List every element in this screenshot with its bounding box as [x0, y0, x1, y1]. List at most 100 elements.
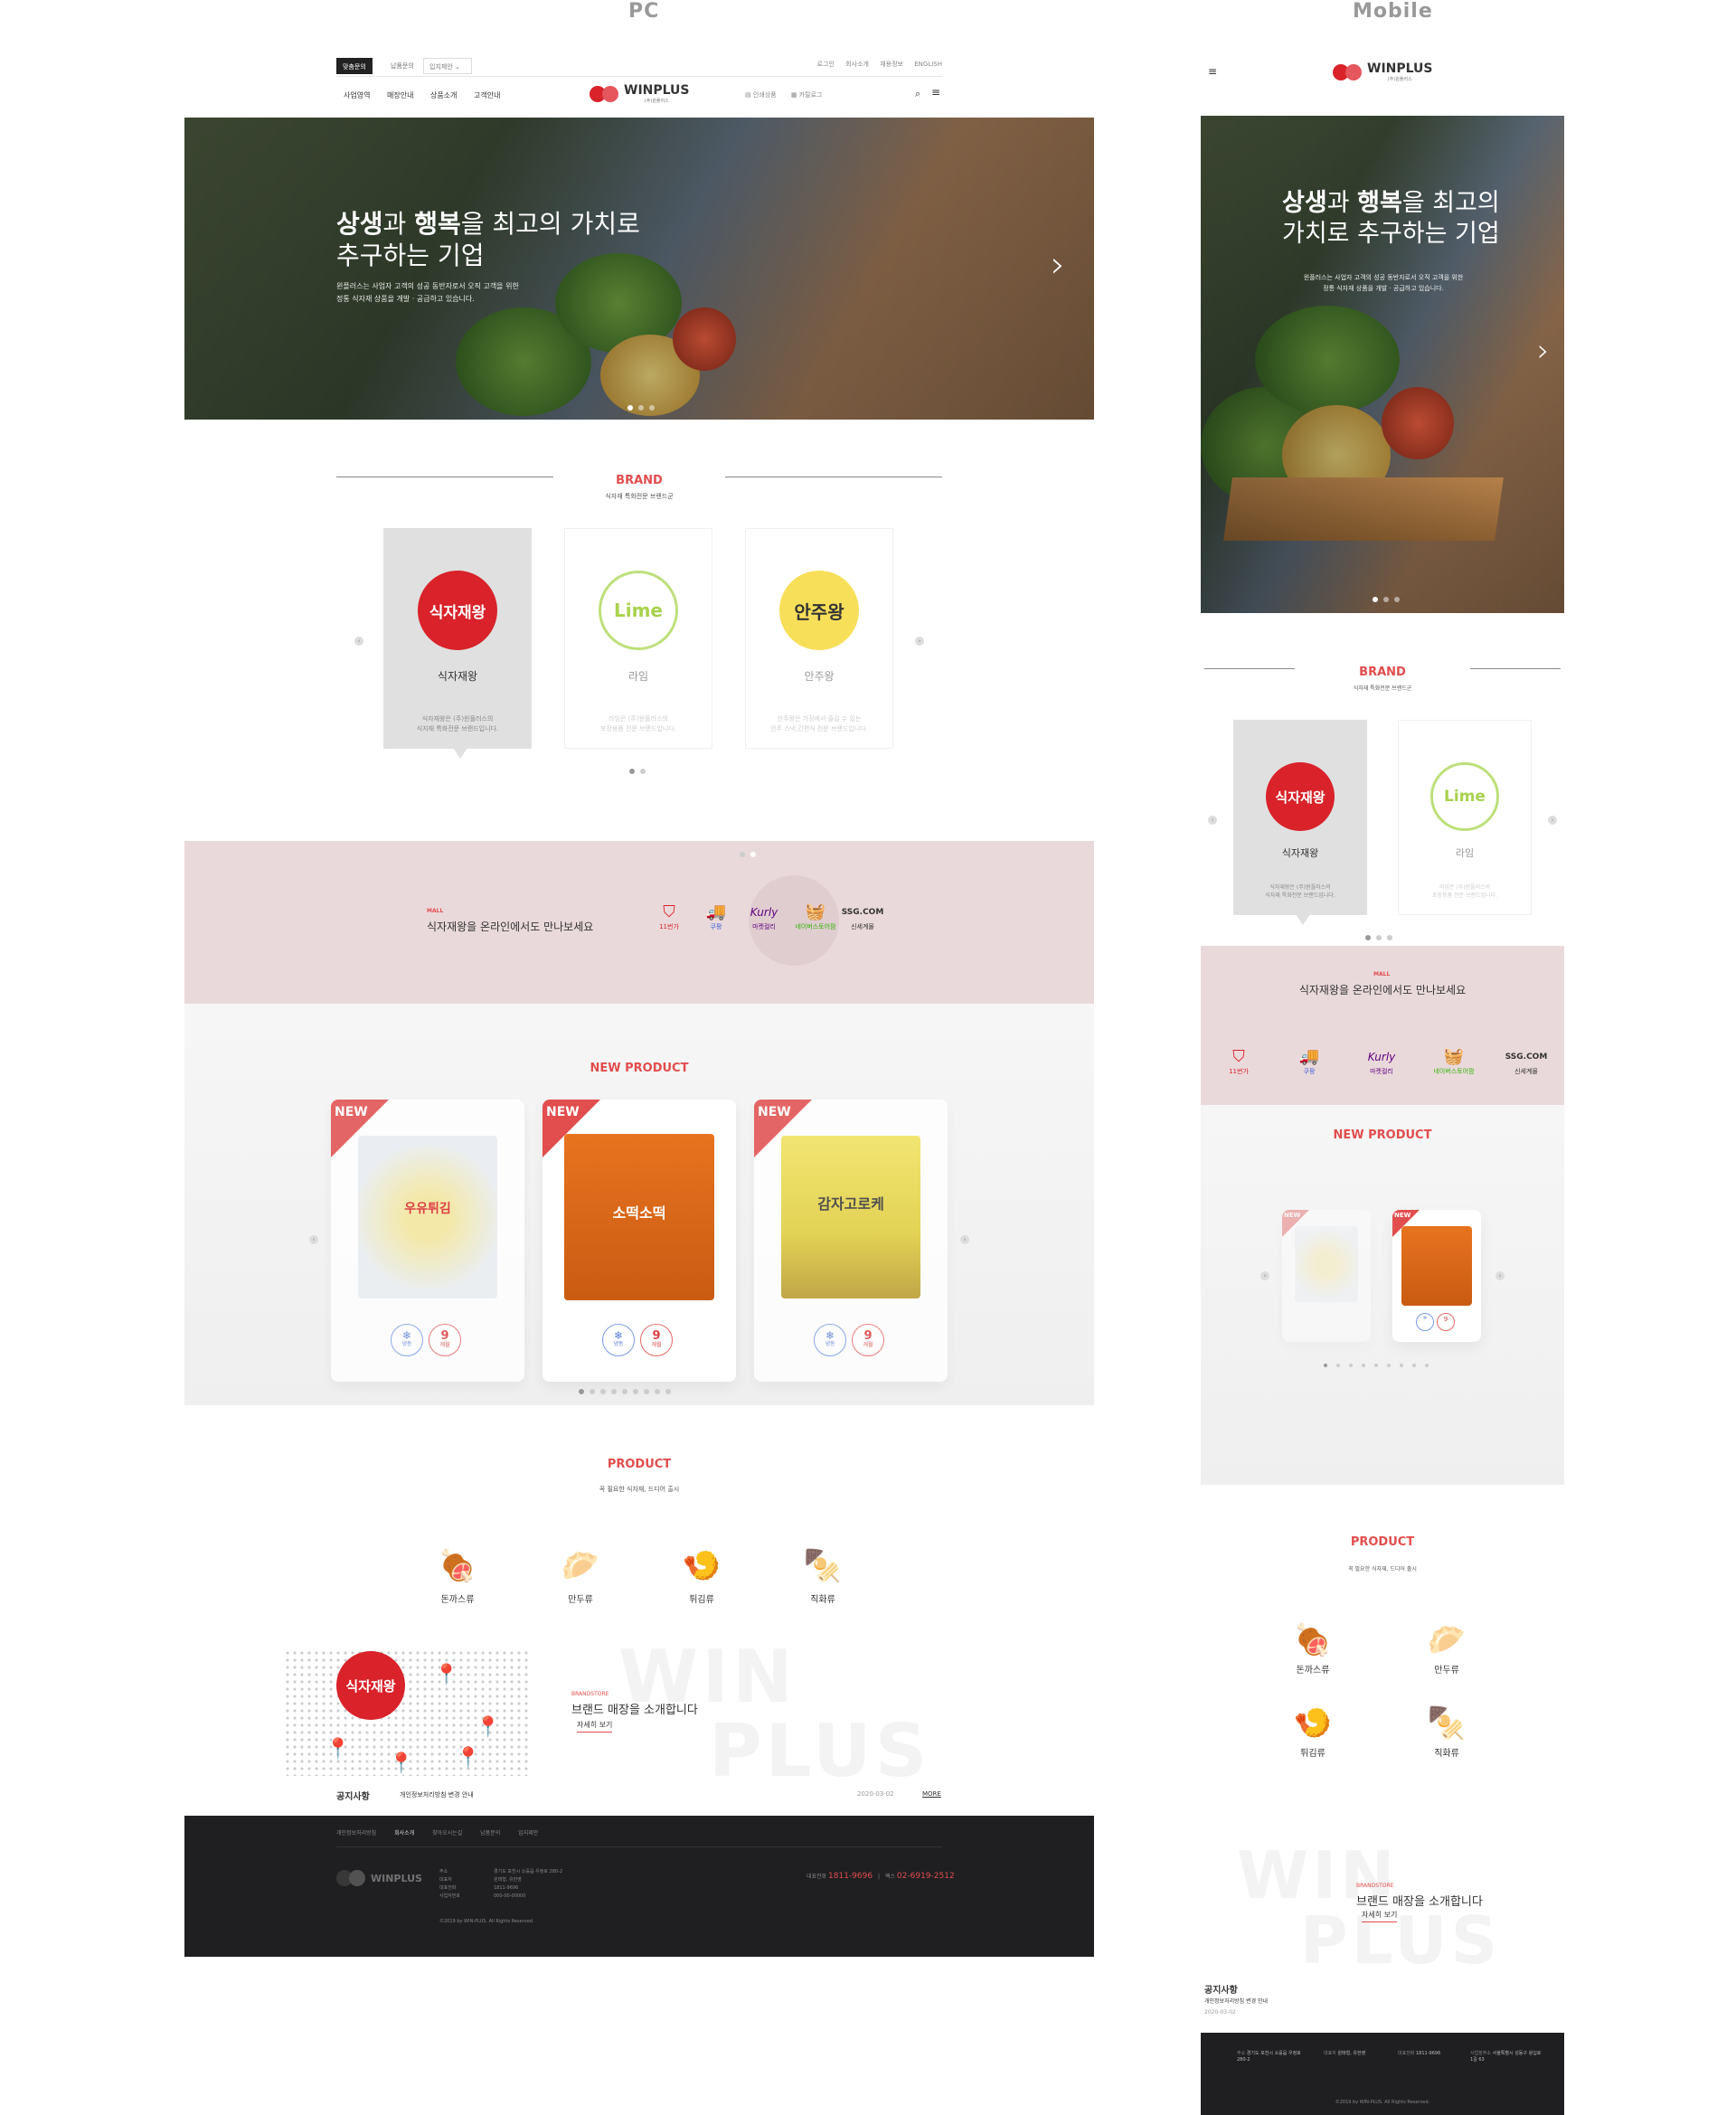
m-mall-naver[interactable]: 🧺 네이버스토어팜	[1425, 1047, 1483, 1076]
notice-item[interactable]: 개인정보처리방침 변경 안내	[400, 1790, 474, 1799]
np-dot[interactable]	[655, 1389, 660, 1394]
english-link[interactable]: ENGLISH	[914, 61, 942, 68]
footer-link[interactable]: 회사소개	[394, 1830, 414, 1836]
np-dot[interactable]	[622, 1389, 627, 1394]
category-donkatsu[interactable]: 🍖 돈까스류	[421, 1546, 494, 1605]
brand-dot-1[interactable]	[629, 769, 635, 774]
product-card-1[interactable]: 우유튀김 NEW ❄ 냉동 9 개월	[331, 1100, 524, 1382]
hero-dot-1[interactable]	[1373, 597, 1378, 602]
m-mall-coupang[interactable]: 🚚 쿠팡	[1291, 1047, 1327, 1076]
hero-dot-1[interactable]	[627, 405, 633, 411]
mall-label: 마켓컬리	[1370, 1068, 1393, 1075]
m-site-logo[interactable]: WINPLUS (주)윈플러스	[1333, 61, 1433, 82]
m-brand-card-sikjajae[interactable]: 식자재왕 식자재왕 식자재왕은 (주)윈플러스의 식자재 특화전문 브랜드입니다…	[1233, 720, 1367, 925]
m-mall-11st[interactable]: ⛉ 11번가	[1221, 1047, 1257, 1076]
catalog-link[interactable]: ▦ 카탈로그	[791, 91, 823, 99]
recruit-link[interactable]: 채용정보	[880, 61, 903, 68]
category-grill[interactable]: 🍢 직화류	[787, 1546, 859, 1605]
mall-dot-1[interactable]	[740, 852, 745, 857]
m-mall-kurly[interactable]: Kurly 마켓컬리	[1354, 1047, 1409, 1076]
chevron-right-icon[interactable]: ›	[1051, 244, 1065, 286]
mall-coupang[interactable]: 🚚 쿠팡	[698, 902, 734, 931]
m-store-more-link[interactable]: 자세히 보기	[1362, 1910, 1398, 1922]
np-dot[interactable]	[1324, 1364, 1327, 1367]
np-dot[interactable]	[633, 1389, 638, 1394]
login-link[interactable]: 로그인	[817, 61, 835, 68]
np-dot[interactable]	[1349, 1364, 1353, 1367]
hero-dot-2[interactable]	[1383, 597, 1389, 602]
mall-ssg[interactable]: SSG.COM 신세계몰	[835, 902, 890, 931]
brand-dot[interactable]	[1365, 935, 1371, 940]
product-card-3[interactable]: 감자고로케 NEW ❄ 냉동 9 개월	[754, 1100, 948, 1382]
np-dot[interactable]	[665, 1389, 671, 1394]
brand-card-lime[interactable]: Lime 라임 라임은 (주)윈플러스의 포장용품 전문 브랜드입니다.	[564, 528, 712, 749]
dumpling-icon: 🥟	[1427, 1622, 1467, 1658]
brand-card-sikjajae[interactable]: 식자재왕 식자재왕 식자재왕은 (주)윈플러스의 식자재 특화전문 브랜드입니다…	[383, 528, 532, 759]
m-category-fried[interactable]: 🍤 튀김류	[1277, 1704, 1349, 1759]
footer-link[interactable]: 찾아오시는길	[432, 1830, 462, 1836]
nav-item-business[interactable]: 사업영역	[344, 91, 370, 99]
np-dot[interactable]	[1425, 1364, 1429, 1367]
m-brand-prev-icon[interactable]: ‹	[1208, 816, 1217, 825]
np-next-icon[interactable]: ›	[960, 1235, 969, 1244]
category-fried[interactable]: 🍤 튀김류	[665, 1546, 738, 1605]
search-icon[interactable]: ⌕	[915, 88, 920, 100]
brand-next-icon[interactable]: ›	[915, 637, 924, 646]
np-prev-icon[interactable]: ‹	[309, 1235, 318, 1244]
nav-item-product[interactable]: 상품소개	[430, 91, 457, 99]
np-dot[interactable]	[1374, 1364, 1378, 1367]
np-dot[interactable]	[590, 1389, 595, 1394]
m-product-card-1[interactable]: NEW	[1282, 1210, 1371, 1342]
np-dot[interactable]	[611, 1389, 617, 1394]
np-dot[interactable]	[1387, 1364, 1391, 1367]
np-dot[interactable]	[600, 1389, 606, 1394]
hero-dot-3[interactable]	[649, 405, 655, 411]
m-brand-card-lime[interactable]: Lime 라임 라임은 (주)윈플러스의 포장용품 전문 브랜드입니다.	[1398, 720, 1532, 915]
brand-card-anjuwang[interactable]: 안주왕 안주왕 안주왕은 가정에서 즐길 수 있는 안주 스낵,간편식 전문 브…	[745, 528, 893, 749]
hamburger-icon[interactable]: ≡	[931, 86, 940, 99]
brand-dot-2[interactable]	[640, 769, 646, 774]
footer-link[interactable]: 납품문의	[480, 1830, 500, 1836]
store-more-link[interactable]: 자세히 보기	[577, 1720, 613, 1733]
m-mall-ssg[interactable]: SSG.COM 신세계몰	[1499, 1047, 1553, 1076]
m-np-next-icon[interactable]: ›	[1495, 1271, 1505, 1280]
brand-dot[interactable]	[1376, 935, 1382, 940]
m-brand-next-icon[interactable]: ›	[1548, 816, 1557, 825]
footer-link[interactable]: 입지제안	[518, 1830, 538, 1836]
hero-dot-2[interactable]	[638, 405, 644, 411]
brand-dot[interactable]	[1387, 935, 1392, 940]
brand-prev-icon[interactable]: ‹	[354, 637, 363, 646]
category-mandu[interactable]: 🥟 만두류	[544, 1546, 617, 1605]
np-dot[interactable]	[644, 1389, 649, 1394]
np-dot[interactable]	[1400, 1364, 1403, 1367]
m-hamburger-icon[interactable]: ≡	[1208, 65, 1217, 78]
mall-naver[interactable]: 🧺 네이버스토어팜	[788, 902, 843, 931]
np-dot[interactable]	[1412, 1364, 1416, 1367]
notice-more-link[interactable]: MORE	[922, 1790, 941, 1798]
m-category-mandu[interactable]: 🥟 만두류	[1410, 1620, 1483, 1676]
mall-11st[interactable]: ⛉ 11번가	[651, 902, 687, 931]
m-product-card-2[interactable]: NEW ❄ 9	[1392, 1210, 1481, 1342]
nav-item-store[interactable]: 매장안내	[387, 91, 413, 99]
np-dot[interactable]	[1362, 1364, 1365, 1367]
m-chevron-right-icon[interactable]: ›	[1537, 333, 1550, 369]
footer-link[interactable]: 개인정보처리방침	[336, 1830, 376, 1836]
mall-label: 신세계몰	[851, 923, 874, 930]
company-link[interactable]: 회사소개	[845, 61, 869, 68]
custom-inquiry-button[interactable]: 맞춤문의	[336, 58, 373, 74]
m-category-donkatsu[interactable]: 🍖 돈까스류	[1277, 1620, 1349, 1676]
m-notice-item[interactable]: 개인정보처리방침 변경 안내	[1204, 1997, 1268, 2005]
m-category-grill[interactable]: 🍢 직화류	[1410, 1704, 1483, 1759]
supply-inquiry-button[interactable]: 납품문의	[385, 58, 420, 74]
mall-kurly[interactable]: Kurly 마켓컬리	[741, 902, 787, 931]
m-np-prev-icon[interactable]: ‹	[1260, 1271, 1269, 1280]
product-card-2[interactable]: 소떡소떡 NEW ❄ 냉동 9 개월	[542, 1100, 736, 1382]
np-dot[interactable]	[579, 1389, 584, 1394]
hero-dot-3[interactable]	[1394, 597, 1400, 602]
site-logo[interactable]: WINPLUS (주)윈플러스	[590, 83, 690, 104]
print-product-link[interactable]: ▤ 인쇄상품	[745, 91, 777, 99]
mall-dot-2[interactable]	[750, 852, 756, 857]
location-proposal-select[interactable]: 입지제안 ⌄	[423, 58, 472, 74]
nav-item-customer[interactable]: 고객안내	[474, 91, 500, 99]
np-dot[interactable]	[1336, 1364, 1340, 1367]
